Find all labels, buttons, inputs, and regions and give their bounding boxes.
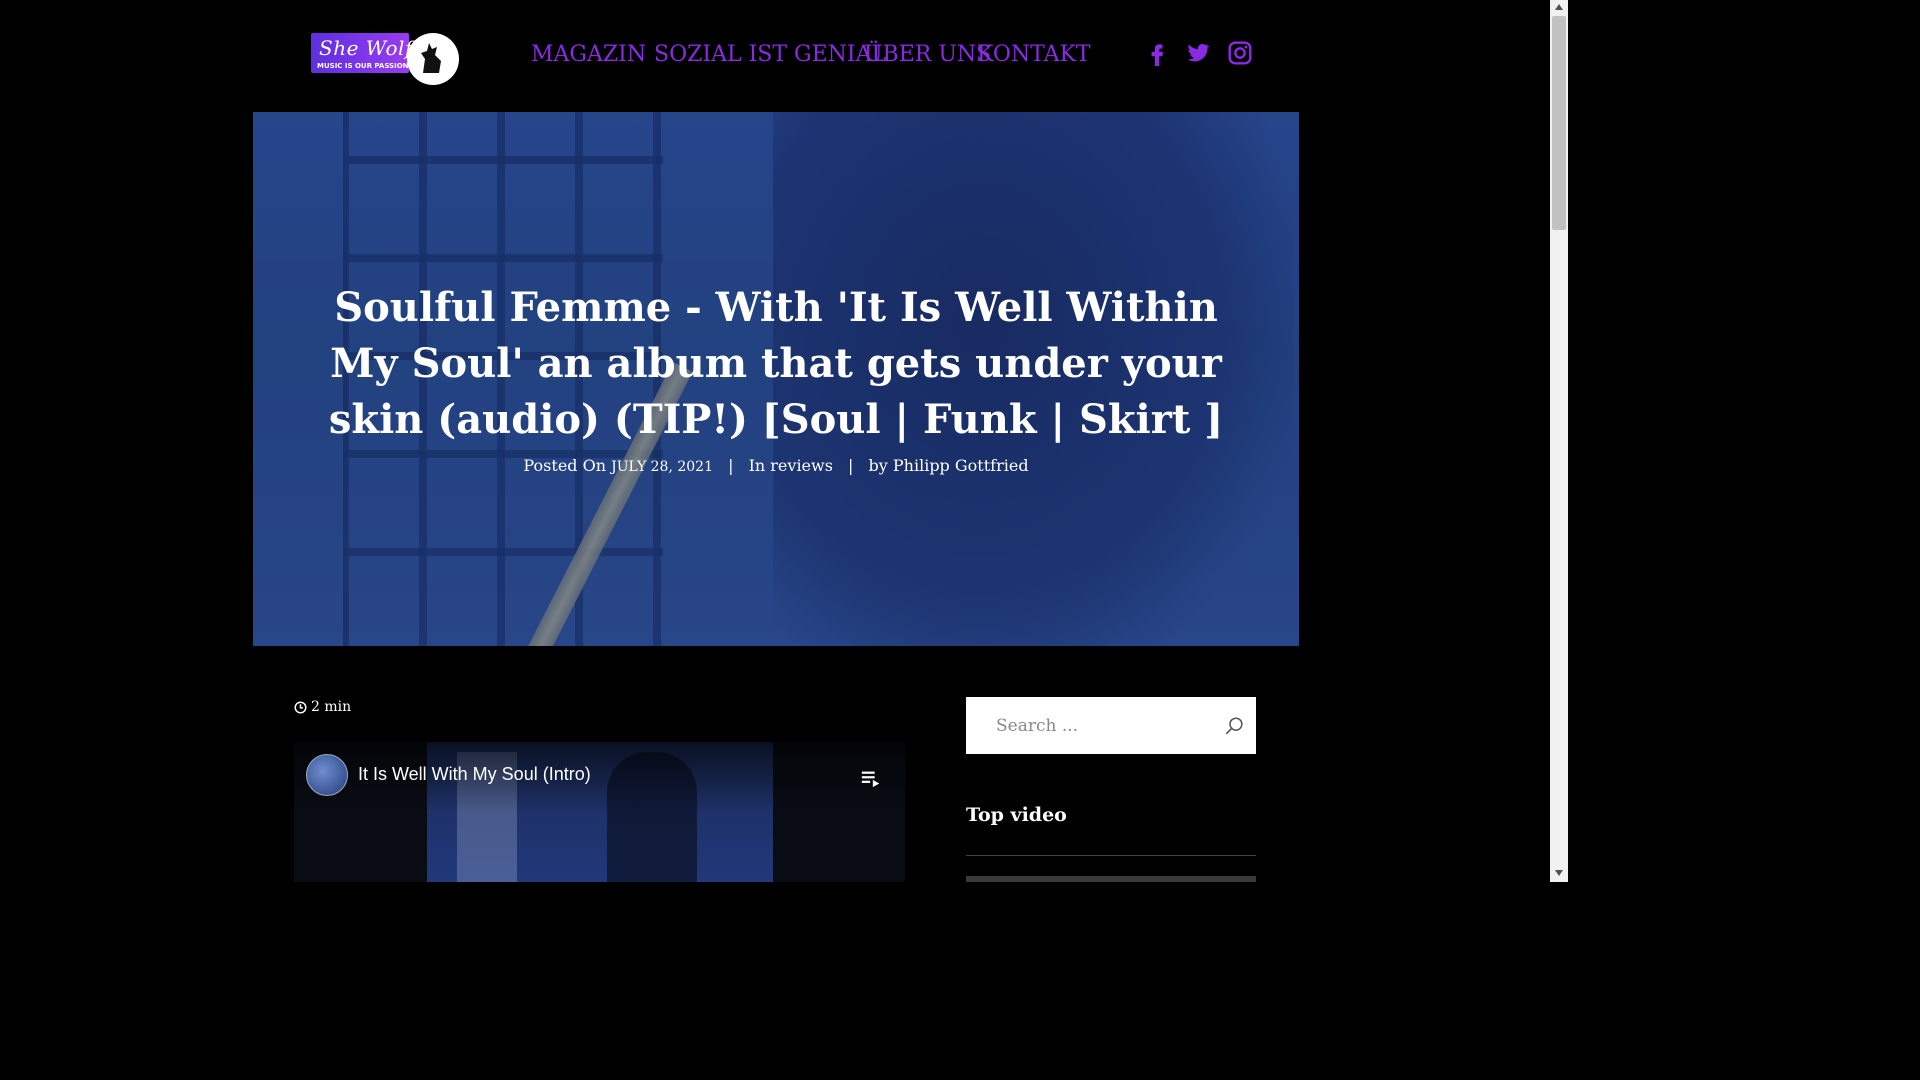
video-embed[interactable]: It Is Well With My Soul (Intro) xyxy=(294,742,905,882)
top-video-heading: Top video xyxy=(966,804,1067,826)
author-label: by xyxy=(868,456,888,475)
main-nav: MAGAZIN SOZIAL IST GENIAL ÜBER UNS KONTA… xyxy=(0,42,1550,70)
meta-separator: | xyxy=(728,456,734,475)
search-icon[interactable] xyxy=(1224,715,1246,737)
meta-separator: | xyxy=(848,456,854,475)
facebook-icon[interactable] xyxy=(1144,40,1170,66)
read-time-value: 2 min xyxy=(311,699,352,715)
hero-banner: Soulful Femme - With 'It Is Well Within … xyxy=(253,112,1299,646)
article-meta: Posted On JULY 28, 2021 | In reviews | b… xyxy=(253,456,1299,475)
clock-icon xyxy=(294,700,307,714)
scroll-down-icon[interactable] xyxy=(1555,870,1563,876)
nav-item-kontakt[interactable]: KONTAKT xyxy=(977,42,1091,67)
twitter-icon[interactable] xyxy=(1185,40,1211,66)
playlist-icon[interactable] xyxy=(860,767,882,789)
scrollbar-thumb[interactable] xyxy=(1552,16,1566,230)
posted-on-label: Posted On xyxy=(523,456,607,475)
nav-item-sozial-ist-genial[interactable]: SOZIAL IST GENIAL xyxy=(654,42,886,67)
post-date[interactable]: JULY 28, 2021 xyxy=(611,459,713,475)
category-label: In xyxy=(748,456,766,475)
search-box xyxy=(966,697,1256,754)
author-link[interactable]: Philipp Gottfried xyxy=(893,456,1029,475)
search-input[interactable] xyxy=(966,697,1216,754)
video-title[interactable]: It Is Well With My Soul (Intro) xyxy=(358,764,591,785)
site-header: She Wolf MUSIC IS OUR PASSION MAGAZIN SO… xyxy=(0,0,1550,112)
page-scrollbar[interactable] xyxy=(1550,0,1568,882)
channel-avatar[interactable] xyxy=(306,754,348,796)
category-link[interactable]: reviews xyxy=(770,456,833,475)
sidebar-divider xyxy=(966,855,1256,856)
article-title: Soulful Femme - With 'It Is Well Within … xyxy=(328,284,1224,443)
top-video-thumbnail[interactable] xyxy=(966,876,1256,882)
instagram-icon[interactable] xyxy=(1227,40,1253,66)
read-time: 2 min xyxy=(294,699,351,715)
nav-item-magazin[interactable]: MAGAZIN xyxy=(531,42,646,67)
scroll-up-icon[interactable] xyxy=(1555,4,1563,10)
nav-item-ueber-uns[interactable]: ÜBER UNS xyxy=(864,42,991,67)
